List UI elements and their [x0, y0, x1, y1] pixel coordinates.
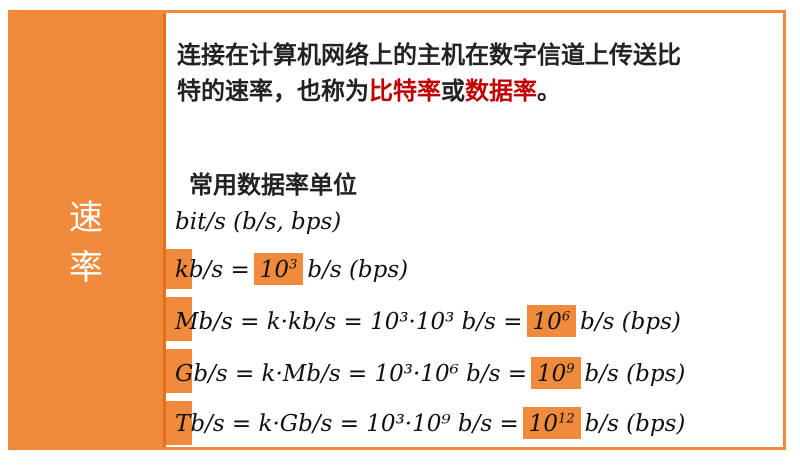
units-title: 常用数据率单位 — [189, 171, 357, 199]
formula-kb: kb/s = 103 b/s (bps) — [175, 253, 408, 285]
power-box-kb: 103 — [253, 253, 304, 285]
power-box-tb: 1012 — [522, 407, 581, 439]
formula-mb: Mb/s = k·kb/s = 10³·10³ b/s = 106 b/s (bps… — [175, 305, 681, 337]
bit-rate-term: 比特率 — [369, 77, 441, 105]
definition-text: 连接在计算机网络上的主机在数字信道上传送比 特的速率，也称为比特率或数据率。 — [177, 41, 681, 105]
side-label: 速 率 — [69, 198, 105, 288]
data-rate-term: 数据率 — [465, 77, 537, 105]
formula-tb: Tb/s = k·Gb/s = 10³·10⁹ b/s = 1012 b/s (bp… — [175, 407, 685, 439]
power-box-gb: 109 — [530, 357, 581, 389]
rate-panel: 速 率 连接在计算机网络上的主机在数字信道上传送比 特的速率，也称为比特率或数据… — [8, 10, 786, 450]
formula-bits: bit/s (b/s, bps) — [175, 209, 342, 235]
formula-gb: Gb/s = k·Mb/s = 10³·10⁶ b/s = 109 b/s (bps… — [175, 357, 685, 389]
power-box-mb: 106 — [526, 305, 577, 337]
side-bar: 速 率 — [11, 13, 163, 447]
